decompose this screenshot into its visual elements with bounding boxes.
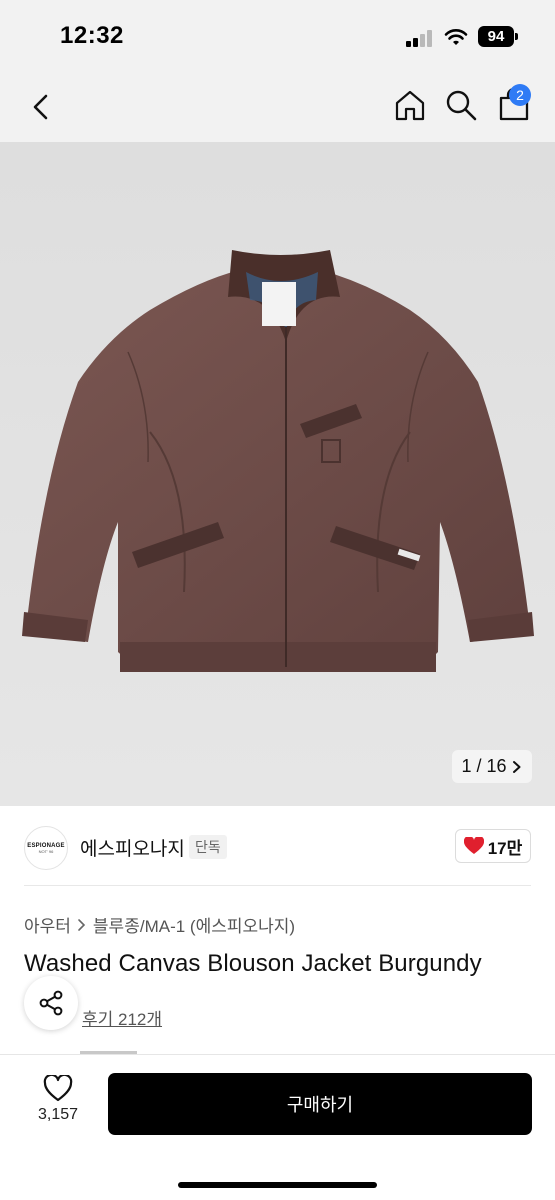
cart-count-badge: 2 bbox=[509, 84, 531, 106]
status-bar: 12:32 94 bbox=[0, 0, 555, 72]
product-title: Washed Canvas Blouson Jacket Burgundy bbox=[24, 950, 482, 977]
brand-like-count: 17만 bbox=[487, 838, 523, 858]
brand-like-button[interactable]: 17만 bbox=[455, 829, 531, 863]
cellular-signal-icon bbox=[406, 29, 434, 47]
status-time: 12:32 bbox=[60, 22, 124, 49]
wishlist-count: 3,157 bbox=[37, 1106, 79, 1123]
breadcrumb-category[interactable]: 아우터 bbox=[24, 912, 71, 937]
image-counter[interactable]: 1 / 16 bbox=[452, 750, 532, 783]
chevron-right-icon bbox=[78, 918, 86, 931]
heart-outline-icon bbox=[43, 1075, 73, 1102]
share-button[interactable] bbox=[24, 976, 78, 1030]
wishlist-button[interactable]: 3,157 bbox=[30, 1075, 86, 1135]
home-icon[interactable] bbox=[393, 88, 427, 122]
bottom-action-bar: 3,157 구매하기 bbox=[0, 1054, 555, 1200]
search-icon[interactable] bbox=[444, 88, 478, 122]
review-link[interactable]: 후기 212개 bbox=[82, 1005, 162, 1030]
brand-name[interactable]: 에스피오나지 bbox=[80, 834, 185, 861]
brand-logo-line2: NOT' 96 bbox=[38, 848, 54, 854]
divider bbox=[24, 885, 531, 886]
nav-header bbox=[0, 72, 555, 142]
heart-filled-icon bbox=[463, 837, 484, 854]
chevron-left-icon[interactable] bbox=[26, 90, 56, 124]
battery-indicator: 94 bbox=[478, 26, 514, 47]
home-indicator bbox=[178, 1182, 377, 1188]
exclusive-badge: 단독 bbox=[189, 835, 227, 859]
image-counter-text: 1 / 16 bbox=[461, 756, 507, 776]
brand-row: ESPIONAGE NOT' 96 에스피오나지 단독 17만 bbox=[0, 806, 555, 886]
battery-tip bbox=[515, 33, 518, 40]
breadcrumb-subcategory[interactable]: 블루종/MA-1 (에스피오나지) bbox=[93, 912, 295, 937]
jacket-image bbox=[22, 250, 534, 672]
buy-button[interactable]: 구매하기 bbox=[108, 1073, 532, 1135]
share-icon bbox=[39, 990, 63, 1016]
wifi-icon bbox=[444, 29, 468, 45]
breadcrumb: 아우터 블루종/MA-1 (에스피오나지) bbox=[24, 912, 295, 937]
brand-logo[interactable]: ESPIONAGE NOT' 96 bbox=[24, 826, 68, 870]
chevron-right-icon bbox=[512, 760, 521, 773]
product-image[interactable] bbox=[0, 142, 555, 806]
